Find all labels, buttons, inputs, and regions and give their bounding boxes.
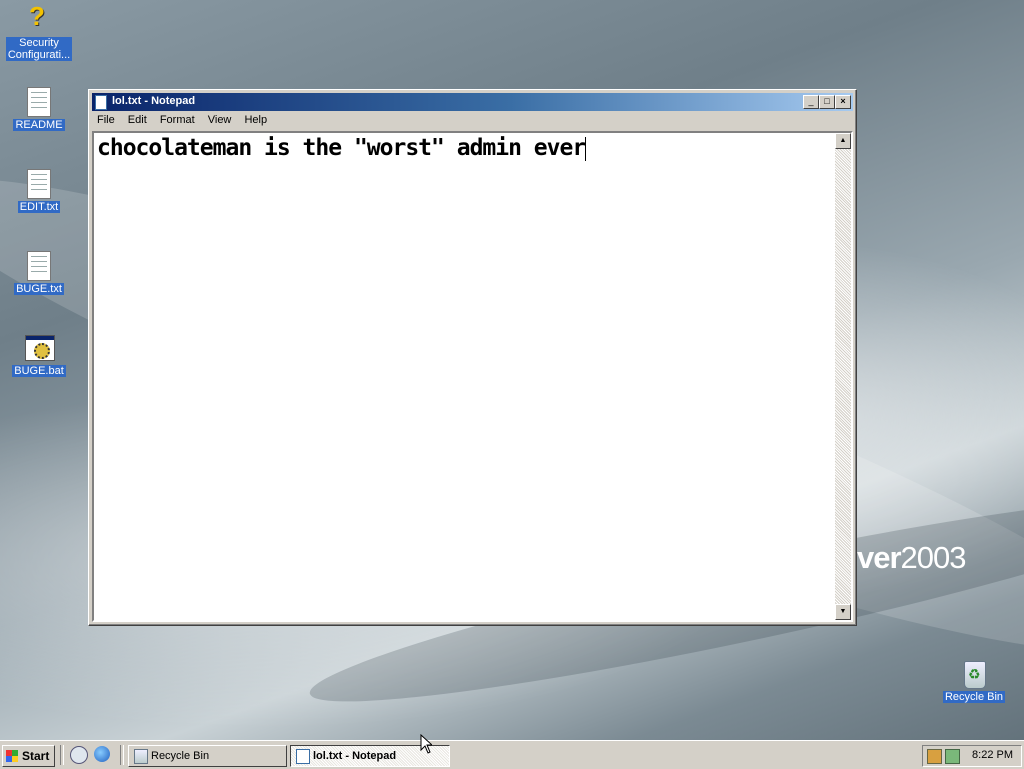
window-title: lol.txt - Notepad — [112, 95, 196, 107]
start-button[interactable]: Start — [2, 745, 55, 767]
scroll-up-button[interactable]: ▲ — [835, 133, 851, 149]
desktop-icon-label: Recycle Bin — [942, 691, 1006, 703]
minimize-button[interactable]: _ — [803, 95, 819, 109]
menu-file[interactable]: File — [92, 112, 120, 126]
notepad-window: lol.txt - Notepad _ □ × File Edit Format… — [88, 89, 857, 626]
task-recycle-bin[interactable]: Recycle Bin — [128, 745, 287, 767]
recycle-bin-icon — [958, 657, 990, 689]
system-tray: 8:22 PM — [922, 745, 1022, 767]
show-desktop-icon[interactable] — [70, 746, 88, 764]
menu-edit[interactable]: Edit — [123, 112, 152, 126]
taskbar-separator — [120, 745, 124, 765]
taskbar: Start Recycle Bin lol.txt - Notepad 8:22… — [0, 740, 1024, 769]
mouse-pointer-icon — [420, 734, 432, 754]
menu-format[interactable]: Format — [155, 112, 200, 126]
desktop-icon-edit-txt[interactable]: EDIT.txt — [3, 167, 75, 213]
editor-text[interactable]: chocolateman is the "worst" admin ever — [97, 135, 586, 161]
text-document-icon — [23, 249, 55, 281]
wallpaper-brand-text: ver2003 — [857, 540, 967, 575]
desktop: ver2003 ? Security Configurati... README … — [0, 0, 1024, 740]
clock[interactable]: 8:22 PM — [972, 749, 1013, 761]
batch-file-icon — [23, 331, 55, 363]
close-button[interactable]: × — [835, 95, 851, 109]
tray-shield-icon[interactable] — [927, 749, 942, 764]
text-caret — [585, 136, 587, 161]
notepad-icon[interactable] — [95, 95, 107, 110]
vertical-scrollbar[interactable]: ▲ ▼ — [835, 133, 851, 620]
menu-view[interactable]: View — [203, 112, 237, 126]
text-document-icon — [23, 85, 55, 117]
desktop-icon-label: EDIT.txt — [17, 201, 61, 213]
text-editor-area[interactable]: chocolateman is the "worst" admin ever ▲… — [92, 131, 853, 622]
desktop-icon-label: Security Configurati... — [5, 37, 73, 61]
desktop-icon-buge-bat[interactable]: BUGE.bat — [3, 331, 75, 377]
desktop-icon-security-configuration[interactable]: ? Security Configurati... — [3, 1, 75, 61]
menu-bar: File Edit Format View Help — [92, 112, 853, 130]
scroll-down-button[interactable]: ▼ — [835, 604, 851, 620]
menu-help[interactable]: Help — [239, 112, 272, 126]
desktop-icon-label: README — [13, 119, 65, 131]
desktop-icon-readme[interactable]: README — [3, 85, 75, 131]
maximize-button[interactable]: □ — [819, 95, 835, 109]
security-config-icon: ? — [29, 1, 45, 31]
desktop-icon-buge-txt[interactable]: BUGE.txt — [3, 249, 75, 295]
text-document-icon — [23, 167, 55, 199]
notepad-icon — [296, 749, 310, 764]
desktop-icon-recycle-bin[interactable]: Recycle Bin — [938, 657, 1010, 703]
desktop-icon-label: BUGE.txt — [14, 283, 64, 295]
internet-explorer-icon[interactable] — [94, 746, 110, 762]
recycle-bin-icon — [134, 749, 148, 764]
windows-logo-icon — [6, 750, 18, 762]
tray-network-icon[interactable] — [945, 749, 960, 764]
title-bar[interactable]: lol.txt - Notepad _ □ × — [92, 93, 853, 111]
desktop-icon-label: BUGE.bat — [12, 365, 66, 377]
taskbar-separator — [60, 745, 64, 765]
